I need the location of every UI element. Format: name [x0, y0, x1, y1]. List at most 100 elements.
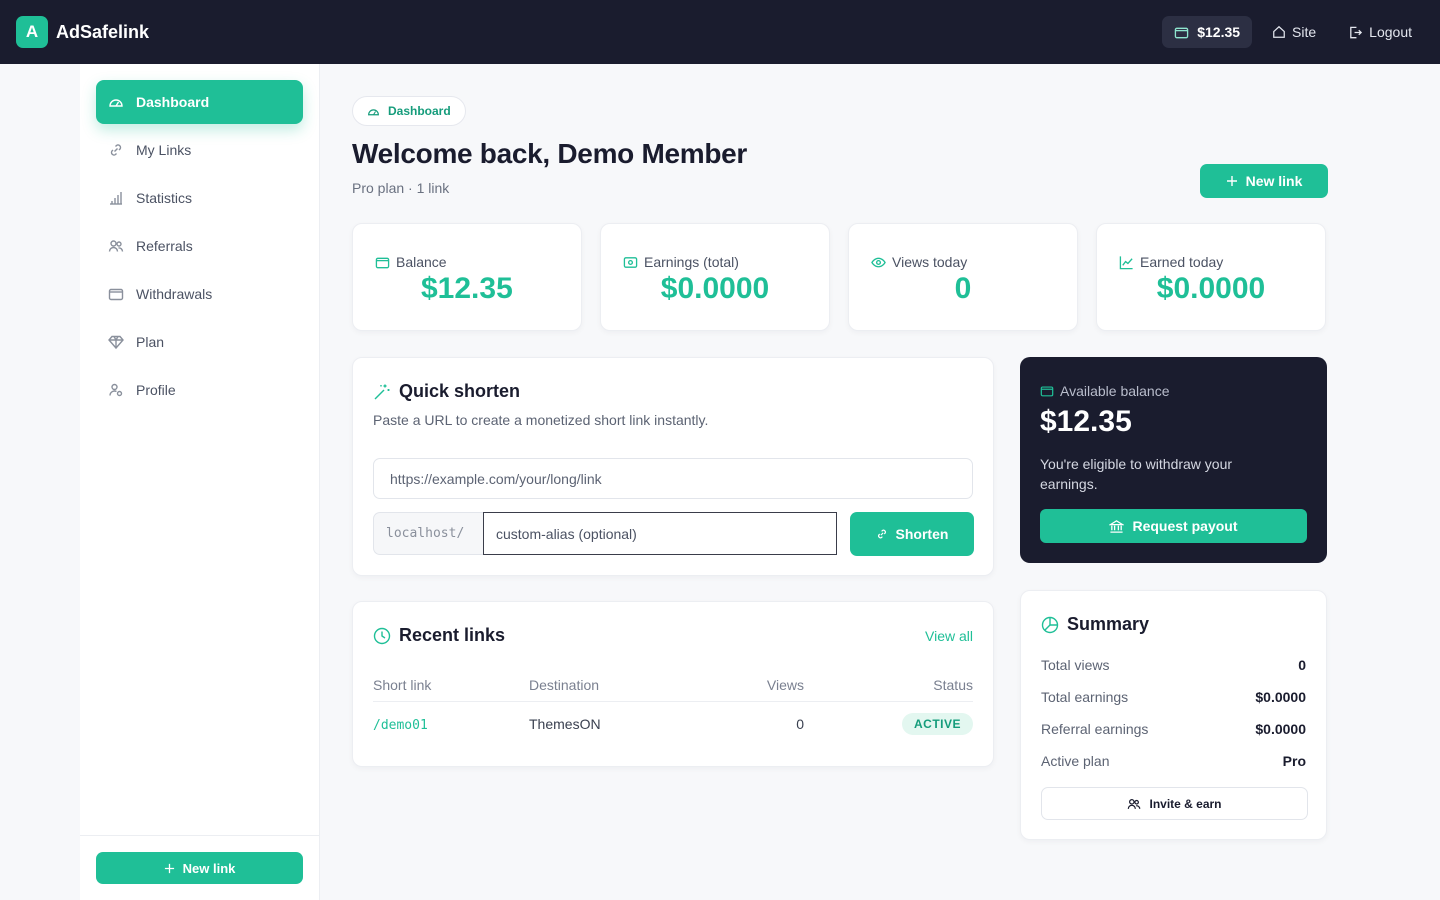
sidebar-item-label: Profile: [136, 382, 176, 398]
users-icon: [1127, 797, 1141, 811]
recent-links-title: Recent links: [399, 625, 506, 645]
plus-icon: [164, 863, 175, 874]
stat-card-balance: Balance $12.35: [352, 223, 582, 331]
summary-value: 0: [1298, 657, 1306, 673]
breadcrumb[interactable]: Dashboard: [352, 96, 466, 126]
users-icon: [108, 238, 124, 254]
wallet-icon: [108, 286, 124, 302]
summary-row: Active plan Pro: [1041, 753, 1306, 769]
pie-chart-icon: [1041, 616, 1059, 634]
table-row: /demo01 ThemesON 0 ACTIVE: [373, 702, 973, 746]
stat-card-views-today: Views today 0: [848, 223, 1078, 331]
summary-label: Active plan: [1041, 753, 1110, 769]
page-subtitle: Pro plan · 1 link: [352, 180, 450, 196]
site-link-label: Site: [1292, 24, 1317, 40]
available-balance-description: You're eligible to withdraw your earning…: [1040, 456, 1233, 492]
logout-icon: [1348, 25, 1363, 40]
stat-label: Balance: [396, 254, 447, 270]
magic-wand-icon: [373, 383, 391, 401]
logout-label: Logout: [1369, 24, 1412, 40]
gauge-icon: [108, 94, 124, 110]
plus-icon: [1226, 175, 1238, 187]
column-header[interactable]: Short link: [373, 677, 529, 693]
summary-value: $0.0000: [1255, 721, 1306, 737]
sidebar-item-label: Withdrawals: [136, 286, 213, 302]
sidebar-item-referrals[interactable]: Referrals: [96, 224, 303, 268]
bank-icon: [1109, 519, 1125, 534]
sidebar: Dashboard My Links Statistics Referrals …: [80, 64, 320, 900]
sidebar-item-label: Referrals: [136, 238, 193, 254]
sidebar-footer: New link: [80, 835, 319, 900]
stat-label: Views today: [892, 254, 968, 270]
views-cell: 0: [796, 716, 804, 732]
link-icon: [108, 142, 124, 158]
summary-row: Total views 0: [1041, 657, 1306, 673]
bar-chart-icon: [108, 190, 124, 206]
available-balance-amount: $12.35: [1040, 405, 1132, 438]
sidebar-new-link-label: New link: [182, 860, 236, 876]
column-header[interactable]: Status: [804, 677, 973, 693]
summary-label: Total views: [1041, 657, 1110, 673]
page-title: Welcome back, Demo Member: [352, 138, 748, 169]
invite-earn-button[interactable]: Invite & earn: [1041, 787, 1308, 820]
summary-row: Total earnings $0.0000: [1041, 689, 1306, 705]
status-badge: ACTIVE: [901, 713, 973, 735]
sidebar-item-label: Statistics: [136, 190, 193, 206]
link-icon: [876, 528, 888, 540]
summary-value: Pro: [1282, 753, 1306, 769]
topbar-balance-button[interactable]: $12.35: [1162, 16, 1253, 48]
short-link[interactable]: /demo01: [373, 718, 428, 733]
stat-label: Earned today: [1140, 254, 1224, 270]
shorten-button[interactable]: Shorten: [850, 512, 974, 556]
summary-card: Summary Total views 0 Total earnings $0.…: [1020, 590, 1327, 840]
sidebar-item-profile[interactable]: Profile: [96, 368, 303, 412]
sidebar-item-withdrawals[interactable]: Withdrawals: [96, 272, 303, 316]
top-bar: A AdSafelink $12.35 Site Logout: [0, 0, 1440, 64]
quick-shorten-description: Paste a URL to create a monetized short …: [373, 412, 709, 428]
stat-card-earnings-total: Earnings (total) $0.0000: [600, 223, 830, 331]
sidebar-item-label: Dashboard: [136, 94, 210, 110]
clock-icon: [373, 627, 391, 645]
logo-badge[interactable]: A: [16, 16, 48, 48]
stat-value: $12.35: [421, 272, 513, 305]
site-link[interactable]: Site: [1260, 16, 1328, 48]
invite-earn-label: Invite & earn: [1149, 796, 1222, 811]
summary-title: Summary: [1067, 614, 1150, 634]
sidebar-item-my-links[interactable]: My Links: [96, 128, 303, 172]
stat-value: 0: [954, 272, 972, 305]
sidebar-new-link-button[interactable]: New link: [96, 852, 303, 884]
eye-icon: [871, 255, 886, 270]
cash-icon: [623, 255, 638, 270]
quick-shorten-title: Quick shorten: [399, 381, 521, 401]
breadcrumb-label: Dashboard: [388, 104, 451, 118]
destination-cell: ThemesON: [529, 716, 601, 732]
gauge-icon: [367, 105, 380, 118]
sidebar-item-statistics[interactable]: Statistics: [96, 176, 303, 220]
sidebar-nav: Dashboard My Links Statistics Referrals …: [80, 64, 319, 412]
shorten-button-label: Shorten: [895, 526, 949, 542]
gem-icon: [108, 334, 124, 350]
stat-value: $0.0000: [660, 272, 770, 305]
sidebar-item-plan[interactable]: Plan: [96, 320, 303, 364]
request-payout-button[interactable]: Request payout: [1040, 509, 1307, 543]
quick-shorten-card: Quick shorten Paste a URL to create a mo…: [352, 357, 994, 576]
summary-label: Referral earnings: [1041, 721, 1149, 737]
logout-link[interactable]: Logout: [1336, 16, 1424, 48]
sidebar-item-label: My Links: [136, 142, 192, 158]
view-all-link[interactable]: View all: [925, 628, 973, 644]
stat-card-earned-today: Earned today $0.0000: [1096, 223, 1326, 331]
wallet-icon: [1040, 384, 1054, 398]
summary-label: Total earnings: [1041, 689, 1129, 705]
column-header[interactable]: Views: [699, 677, 804, 693]
topbar-balance-value: $12.35: [1197, 24, 1241, 40]
user-gear-icon: [108, 382, 124, 398]
brand-name[interactable]: AdSafelink: [56, 22, 149, 43]
sidebar-item-dashboard[interactable]: Dashboard: [96, 80, 303, 124]
header-new-link-button[interactable]: New link: [1200, 164, 1328, 198]
url-input[interactable]: https://example.com/your/long/link: [373, 458, 973, 499]
alias-input[interactable]: custom-alias (optional): [483, 512, 837, 555]
trend-up-icon: [1119, 255, 1134, 270]
column-header[interactable]: Destination: [529, 677, 699, 693]
available-balance-label: Available balance: [1060, 383, 1170, 399]
home-icon: [1272, 25, 1286, 39]
